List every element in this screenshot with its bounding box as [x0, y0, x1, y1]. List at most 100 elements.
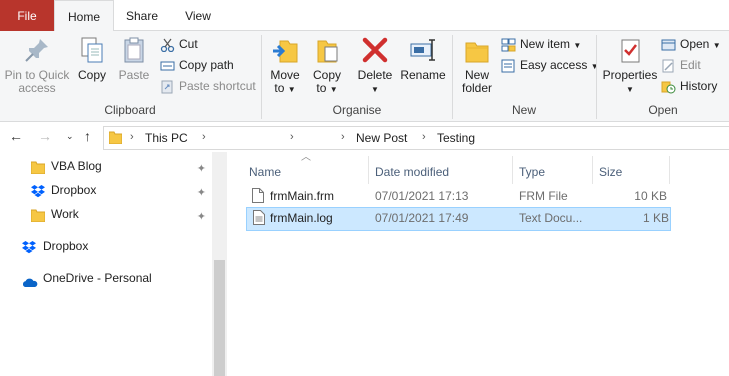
ribbon: Pin to Quick access Copy Paste Cut Copy …	[0, 31, 729, 122]
breadcrumb-testing[interactable]: Testing	[437, 131, 475, 145]
paste-shortcut-button[interactable]: Paste shortcut	[160, 77, 256, 95]
delete-button[interactable]: Delete ▼	[356, 35, 394, 96]
easy-access-button[interactable]: Easy access ▼	[501, 56, 599, 74]
nav-item-label: Work	[51, 207, 79, 221]
new-item-icon	[501, 38, 516, 52]
pin-icon[interactable]: ✦	[197, 206, 206, 228]
nav-item-onedrive[interactable]: OneDrive - Personal	[0, 267, 212, 289]
properties-label: Properties	[602, 68, 658, 82]
move-to-button[interactable]: Move to ▼	[266, 35, 304, 96]
edit-label: Edit	[680, 58, 701, 72]
clipboard-group-label: Clipboard	[104, 103, 156, 117]
breadcrumb-new-post[interactable]: New Post	[356, 131, 407, 145]
column-header-size[interactable]: Size	[599, 158, 622, 186]
open-button[interactable]: Open ▼	[661, 35, 721, 53]
breadcrumb-chevron-icon[interactable]: ›	[130, 131, 134, 143]
rename-icon	[408, 35, 438, 65]
tab-home[interactable]: Home	[54, 0, 114, 31]
scrollbar-thumb[interactable]	[214, 260, 225, 376]
move-to-label-2: to	[274, 81, 285, 95]
file-type: FRM File	[519, 189, 568, 203]
breadcrumb-chevron-icon[interactable]: ›	[341, 131, 345, 143]
dropbox-icon	[31, 183, 45, 198]
nav-item-work[interactable]: Work ✦	[0, 203, 212, 225]
tab-file[interactable]: File	[0, 0, 54, 31]
column-divider[interactable]	[669, 156, 670, 184]
rename-label: Rename	[400, 68, 446, 82]
pin-icon[interactable]: ✦	[197, 158, 206, 180]
breadcrumb-this-pc[interactable]: This PC	[145, 131, 188, 145]
pin-label-2: access	[18, 81, 56, 95]
pin-to-quick-access-button[interactable]: Pin to Quick access	[4, 35, 70, 95]
copy-path-label: Copy path	[179, 58, 234, 72]
column-header-type[interactable]: Type	[519, 158, 545, 186]
delete-label: Delete	[357, 68, 393, 82]
ribbon-tab-bar: File Home Share View	[0, 0, 729, 31]
organise-group: Move to ▼ Copy to ▼ Delete ▼ Rename Orga…	[262, 31, 452, 121]
file-list: ︿ Name Date modified Type Size frmMain.f…	[227, 152, 729, 376]
delete-x-icon	[360, 35, 390, 65]
column-divider[interactable]	[592, 156, 593, 184]
breadcrumb-chevron-icon[interactable]: ›	[422, 131, 426, 143]
cut-button[interactable]: Cut	[160, 35, 198, 53]
copy-button[interactable]: Copy	[74, 35, 110, 82]
up-arrow-icon[interactable]: ↑	[84, 128, 91, 144]
breadcrumb-chevron-icon[interactable]: ›	[290, 131, 294, 143]
move-to-icon	[270, 35, 300, 65]
breadcrumb-chevron-icon[interactable]: ›	[202, 131, 206, 143]
new-item-button[interactable]: New item ▼	[501, 35, 581, 53]
onedrive-icon	[22, 273, 38, 287]
file-date: 07/01/2021 17:49	[375, 211, 469, 225]
paste-button[interactable]: Paste	[114, 35, 154, 82]
copy-to-button[interactable]: Copy to ▼	[308, 35, 346, 96]
edit-icon	[661, 59, 676, 73]
address-bar[interactable]: › This PC › › › New Post › Testing	[103, 126, 729, 150]
nav-item-dropbox-pinned[interactable]: Dropbox ✦	[0, 179, 212, 201]
paste-shortcut-label: Paste shortcut	[179, 79, 256, 93]
open-group-label: Open	[648, 103, 678, 117]
properties-button[interactable]: Properties ▼	[601, 35, 659, 96]
organise-group-label: Organise	[332, 103, 382, 117]
file-row-selected[interactable]: frmMain.log 07/01/2021 17:49 Text Docu..…	[246, 207, 671, 231]
dropdown-arrow-icon: ▼	[287, 85, 296, 94]
rename-button[interactable]: Rename	[400, 35, 446, 82]
open-label: Open	[680, 37, 710, 51]
folder-icon	[108, 130, 123, 145]
nav-item-vba-blog[interactable]: VBA Blog ✦	[0, 155, 212, 177]
back-arrow-icon[interactable]: ←	[9, 128, 23, 144]
column-divider[interactable]	[512, 156, 513, 184]
copy-path-button[interactable]: Copy path	[160, 56, 234, 74]
file-row[interactable]: frmMain.frm 07/01/2021 17:13 FRM File 10…	[246, 185, 669, 207]
tab-view[interactable]: View	[172, 0, 224, 30]
easy-access-icon	[501, 59, 516, 73]
copy-path-icon	[160, 59, 175, 73]
new-group-label: New	[511, 103, 536, 117]
copy-to-icon	[312, 35, 342, 65]
column-header-date[interactable]: Date modified	[375, 158, 449, 186]
dropdown-arrow-icon: ▼	[329, 85, 338, 94]
dropdown-arrow-icon: ▼	[573, 41, 582, 50]
copy-label: Copy	[77, 68, 106, 82]
new-folder-button[interactable]: New folder	[457, 35, 497, 95]
history-button[interactable]: History	[661, 77, 717, 95]
file-name: frmMain.frm	[270, 189, 334, 203]
file-size: 1 KB	[642, 211, 669, 225]
folder-icon	[30, 207, 46, 223]
edit-button[interactable]: Edit	[661, 56, 701, 74]
pin-icon[interactable]: ✦	[197, 182, 206, 204]
recent-locations-chevron-icon[interactable]: ⌄	[66, 131, 74, 142]
text-file-icon	[253, 210, 265, 225]
forward-arrow-icon[interactable]: →	[38, 128, 52, 144]
file-type: Text Docu...	[519, 211, 583, 225]
dropbox-icon	[22, 239, 36, 254]
nav-item-dropbox[interactable]: Dropbox	[0, 235, 212, 257]
column-header-name[interactable]: Name	[249, 158, 281, 186]
nav-pane-scrollbar[interactable]	[212, 152, 227, 376]
column-divider[interactable]	[368, 156, 369, 184]
tab-share[interactable]: Share	[114, 0, 170, 30]
file-date: 07/01/2021 17:13	[375, 189, 469, 203]
open-group: Properties ▼ Open ▼ Edit History Open	[597, 31, 729, 121]
cut-label: Cut	[179, 37, 198, 51]
history-icon	[661, 80, 676, 94]
paste-shortcut-icon	[160, 80, 175, 94]
